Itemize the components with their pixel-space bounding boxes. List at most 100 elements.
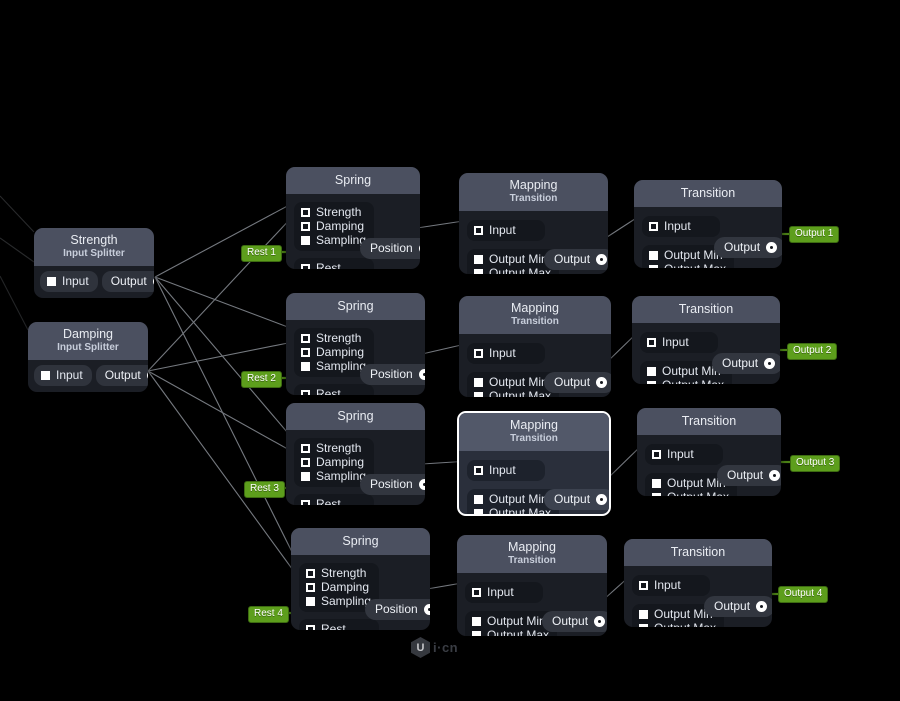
rest-port-group[interactable]: Rest — [299, 619, 379, 630]
rest-port-group[interactable]: Rest — [294, 494, 374, 505]
rest-port[interactable]: Rest — [306, 622, 371, 630]
output-min-port[interactable]: Output Min — [472, 614, 549, 628]
port-checkbox[interactable] — [474, 268, 483, 274]
port-checkbox-connected[interactable] — [474, 348, 483, 358]
port-checkbox[interactable] — [474, 508, 483, 514]
port-checkbox-connected[interactable] — [474, 465, 483, 475]
output-port[interactable]: Output — [101, 271, 154, 292]
port-checkbox-connected[interactable] — [301, 207, 310, 217]
output-port[interactable]: Output — [714, 237, 782, 258]
port-checkbox-connected[interactable] — [652, 449, 661, 459]
input-port[interactable]: Input — [34, 365, 92, 386]
input-port[interactable]: Sampling — [301, 233, 366, 247]
input-port-group[interactable]: Input — [642, 216, 720, 237]
port-checkbox-connected[interactable] — [647, 337, 656, 347]
input-port-group[interactable]: Input — [645, 444, 723, 465]
port-checkbox[interactable] — [652, 478, 661, 488]
output-port-dot[interactable] — [418, 478, 425, 490]
input-port[interactable]: Input — [647, 335, 710, 349]
output-max-port[interactable]: Output Max — [639, 621, 716, 627]
output-port-dot[interactable] — [423, 603, 430, 615]
port-checkbox-connected[interactable] — [301, 457, 310, 467]
node-input-splitter-damping[interactable]: Damping Input Splitter Input Output — [28, 322, 148, 392]
input-port[interactable]: Input — [652, 447, 715, 461]
output-min-port[interactable]: Output Min — [474, 492, 551, 506]
input-port[interactable]: Strength — [301, 441, 366, 455]
rest-port[interactable]: Rest — [301, 387, 366, 395]
node-input-splitter-strength[interactable]: Strength Input Splitter Input Output — [34, 228, 154, 298]
input-port[interactable]: Strength — [301, 205, 366, 219]
input-port-group[interactable]: Input — [467, 220, 545, 241]
output-port-dot[interactable] — [146, 369, 148, 381]
input-port[interactable]: Sampling — [301, 469, 366, 483]
input-port[interactable]: Damping — [301, 219, 366, 233]
rest-badge-1[interactable]: Rest 1 — [241, 245, 282, 262]
output-port[interactable]: Output — [542, 611, 607, 632]
output-port[interactable]: Output — [544, 372, 611, 393]
port-checkbox[interactable] — [306, 596, 315, 606]
output-max-port[interactable]: Output Max — [474, 506, 551, 514]
node-spring-1[interactable]: Spring Strength Damping Sampling Rest Positio… — [286, 167, 420, 269]
port-checkbox[interactable] — [639, 623, 648, 627]
output-min-port[interactable]: Output Min — [474, 375, 551, 389]
output-port-dot[interactable] — [418, 242, 420, 254]
port-checkbox[interactable] — [472, 616, 481, 626]
input-port[interactable]: Input — [474, 223, 537, 237]
output-port[interactable]: Output — [95, 365, 148, 386]
input-port[interactable]: Input — [40, 271, 98, 292]
input-port[interactable]: Input — [474, 346, 537, 360]
input-port[interactable]: Input — [649, 219, 712, 233]
output-port[interactable]: Position — [360, 474, 425, 495]
input-port[interactable]: Damping — [301, 345, 366, 359]
output-badge-2[interactable]: Output 2 — [787, 343, 838, 360]
node-mapping-2[interactable]: Mapping Transition Input Output Min Output M… — [459, 296, 611, 397]
rest-port[interactable]: Rest — [301, 497, 366, 505]
input-port-group[interactable]: Input — [467, 460, 545, 481]
output-port[interactable]: Output — [544, 249, 608, 270]
output-port-dot[interactable] — [596, 493, 608, 505]
output-port-dot[interactable] — [594, 615, 606, 627]
output-port[interactable]: Output — [717, 465, 781, 486]
port-checkbox[interactable] — [647, 366, 656, 376]
input-port-group[interactable]: Input — [632, 575, 710, 596]
port-checkbox[interactable] — [301, 361, 310, 371]
rest-port-group[interactable]: Rest — [294, 258, 374, 269]
port-checkbox[interactable] — [301, 471, 310, 481]
output-badge-3[interactable]: Output 3 — [790, 455, 841, 472]
port-checkbox-connected[interactable] — [306, 624, 315, 630]
port-checkbox-connected[interactable] — [301, 347, 310, 357]
port-checkbox[interactable] — [647, 380, 656, 384]
input-port[interactable]: Strength — [301, 331, 366, 345]
port-checkbox[interactable] — [649, 250, 658, 260]
rest-port-group[interactable]: Rest — [294, 384, 374, 395]
output-min-port[interactable]: Output Min — [474, 252, 551, 266]
node-spring-4[interactable]: Spring Strength Damping Sampling Rest Positio… — [291, 528, 430, 630]
output-max-port[interactable]: Output Max — [649, 262, 726, 268]
output-max-port[interactable]: Output Max — [647, 378, 724, 384]
port-checkbox-connected[interactable] — [301, 221, 310, 231]
output-port-dot[interactable] — [596, 253, 608, 265]
output-max-port[interactable]: Output Max — [474, 389, 551, 397]
input-port[interactable]: Input — [474, 463, 537, 477]
rest-badge-3[interactable]: Rest 3 — [244, 481, 285, 498]
output-port[interactable]: Position — [365, 599, 430, 620]
node-transition-1[interactable]: TransitionInputOutput MinOutput MaxOutpu… — [634, 180, 782, 268]
input-port-group[interactable]: Input — [640, 332, 718, 353]
port-checkbox[interactable] — [649, 264, 658, 268]
output-badge-1[interactable]: Output 1 — [789, 226, 840, 243]
output-port-dot[interactable] — [596, 376, 608, 388]
port-checkbox-connected[interactable] — [474, 225, 483, 235]
input-port-group[interactable]: Input — [465, 582, 543, 603]
port-checkbox[interactable] — [474, 254, 483, 264]
port-checkbox-connected[interactable] — [306, 582, 315, 592]
output-port-dot[interactable] — [766, 241, 778, 253]
node-mapping-4[interactable]: Mapping Transition Input Output Min Output M… — [457, 535, 607, 636]
output-port[interactable]: Output — [704, 596, 772, 617]
port-checkbox-connected[interactable] — [649, 221, 658, 231]
port-checkbox[interactable] — [652, 492, 661, 496]
port-checkbox-connected[interactable] — [639, 580, 648, 590]
output-badge-4[interactable]: Output 4 — [778, 586, 829, 603]
output-port[interactable]: Position — [360, 364, 425, 385]
output-port-dot[interactable] — [756, 600, 768, 612]
node-spring-3[interactable]: Spring Strength Damping Sampling Rest Positio… — [286, 403, 425, 505]
